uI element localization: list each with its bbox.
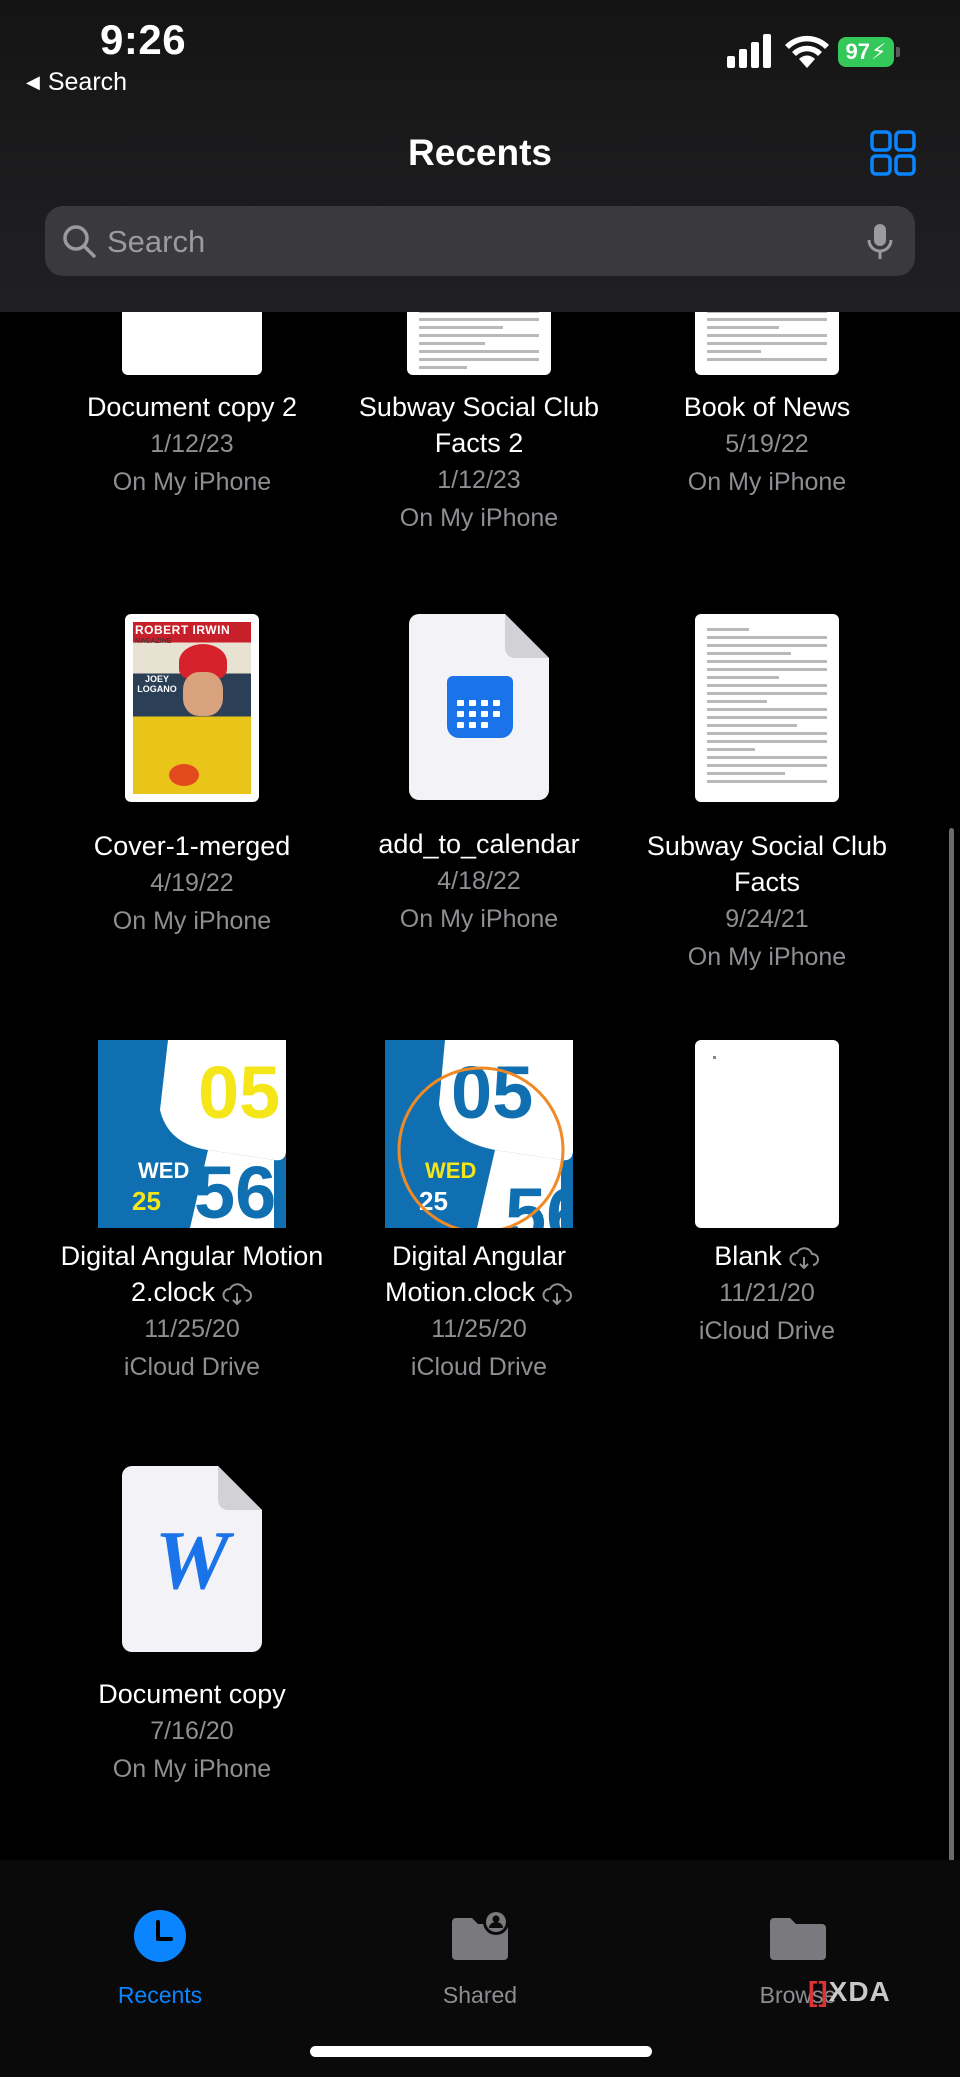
back-to-search-link[interactable]: ◀ Search [26, 68, 127, 97]
folder-icon [770, 1918, 826, 1960]
battery-cap [896, 47, 900, 57]
page-title: Recents [408, 132, 552, 173]
clock-minute: 56 [505, 1173, 573, 1228]
file-location: On My iPhone [112, 1755, 272, 1783]
clock-thumbnail: 05 56 WED 25 [385, 1040, 573, 1228]
tab-bar: Recents Shared Browse [0, 1860, 960, 2077]
file-name-text: Digital Angular Motion 2.clock [60, 1241, 324, 1307]
scrollbar[interactable] [949, 828, 954, 1882]
battery-level: 97 [845, 39, 871, 64]
file-date: 11/25/20 [144, 1315, 240, 1343]
file-date: 1/12/23 [150, 430, 234, 458]
file-name: Digital Angular Motion 2.clock [42, 1238, 342, 1310]
clock-icon [134, 1910, 186, 1962]
cellular-signal-icon [727, 34, 771, 68]
magazine-cover-thumbnail: ROBERT IRWIN MAGAZINE JOEY LOGANO [125, 614, 259, 802]
search-bar[interactable] [45, 206, 915, 278]
file-date: 4/19/22 [150, 869, 234, 897]
file-item[interactable]: Blank 11/21/20 iCloud Drive [617, 1040, 917, 1350]
file-item[interactable]: Subway Social Club Facts 9/24/21 On My i… [617, 614, 917, 976]
icloud-download-icon[interactable] [221, 1283, 253, 1305]
file-item[interactable]: 05 56 WED 25 Digital Angular Motion.cloc… [329, 1040, 629, 1386]
wifi-icon [785, 35, 829, 68]
file-location: iCloud Drive [123, 1353, 261, 1381]
status-bar: 9:26 ◀ Search 97 ⚡ [0, 0, 960, 110]
home-indicator[interactable] [310, 2046, 652, 2057]
file-name: Blank [617, 1238, 917, 1274]
back-link-label: Search [47, 68, 128, 96]
file-location: On My iPhone [112, 907, 272, 935]
status-time: 9:26 [100, 16, 187, 63]
file-date: 5/19/22 [725, 430, 809, 458]
icloud-download-icon[interactable] [788, 1247, 820, 1269]
blank-document-thumbnail [695, 1040, 839, 1228]
cover-shell-logo-shape [169, 764, 199, 786]
document-thumbnail [695, 614, 839, 802]
cover-name: JOEY LOGANO [137, 674, 177, 694]
file-location: On My iPhone [687, 468, 847, 496]
battery-icon: 97 ⚡ [838, 37, 894, 67]
back-triangle-icon: ◀ [26, 72, 40, 92]
file-name: Document copy [98, 1679, 286, 1709]
file-name-text: Digital Angular Motion.clock [384, 1241, 567, 1307]
file-item[interactable]: 05 56 WED 25 Digital Angular Motion 2.cl… [42, 1040, 342, 1386]
grid-view-icon[interactable] [870, 130, 916, 176]
tab-label: Recents [117, 1982, 203, 2008]
charging-bolt-icon: ⚡ [871, 39, 887, 64]
watermark-prefix: [] [808, 1976, 829, 2007]
file-date: 9/24/21 [725, 905, 809, 933]
cover-title: ROBERT IRWIN [135, 623, 231, 637]
file-name: Digital Angular Motion.clock [329, 1238, 629, 1310]
file-location: On My iPhone [399, 504, 559, 532]
file-date: 7/16/20 [150, 1717, 234, 1745]
file-item[interactable]: ROBERT IRWIN MAGAZINE JOEY LOGANO Cover-… [42, 614, 342, 940]
shared-folder-icon [452, 1909, 509, 1960]
file-item[interactable]: W Document copy 7/16/20 On My iPhone [42, 1466, 342, 1788]
cover-subtitle: MAGAZINE [135, 638, 172, 645]
file-location: On My iPhone [112, 468, 272, 496]
file-date: 1/12/23 [437, 466, 521, 494]
file-item[interactable]: add_to_calendar 4/18/22 On My iPhone [329, 614, 629, 938]
calendar-file-thumbnail [409, 614, 549, 800]
file-date: 11/25/20 [431, 1315, 527, 1343]
xda-watermark-logo: []XDA [808, 1976, 891, 2008]
clock-thumbnail: 05 56 WED 25 [98, 1040, 286, 1228]
file-name: Book of News [683, 392, 851, 422]
icloud-download-icon[interactable] [541, 1283, 573, 1305]
word-doc-thumbnail: W [122, 1466, 262, 1652]
clock-hour: 05 [451, 1051, 533, 1134]
clock-day: WED [425, 1158, 476, 1183]
cover-face-shape [183, 672, 223, 716]
watermark-text: XDA [828, 1976, 891, 2007]
file-date: 11/21/20 [719, 1279, 815, 1307]
search-icon [63, 225, 96, 258]
clock-date: 25 [132, 1186, 161, 1216]
clock-hour: 05 [198, 1051, 280, 1134]
clock-day: WED [138, 1158, 189, 1183]
file-location: On My iPhone [687, 943, 847, 971]
tab-label: Shared [442, 1982, 518, 2008]
file-location: iCloud Drive [698, 1317, 836, 1345]
search-input[interactable] [105, 206, 869, 278]
file-name: Subway Social Club Facts 2 [358, 392, 600, 458]
file-name: add_to_calendar [378, 829, 580, 859]
file-name: Subway Social Club Facts [646, 831, 888, 897]
file-location: On My iPhone [399, 905, 559, 933]
file-date: 4/18/22 [437, 867, 521, 895]
clock-minute: 56 [194, 1151, 276, 1228]
microphone-icon[interactable] [865, 223, 895, 261]
file-location: iCloud Drive [410, 1353, 548, 1381]
clock-date: 25 [419, 1186, 448, 1216]
word-w-icon: W [155, 1514, 235, 1607]
file-name-text: Blank [714, 1241, 782, 1271]
file-name: Cover-1-merged [93, 831, 291, 861]
file-name: Document copy 2 [86, 392, 298, 422]
